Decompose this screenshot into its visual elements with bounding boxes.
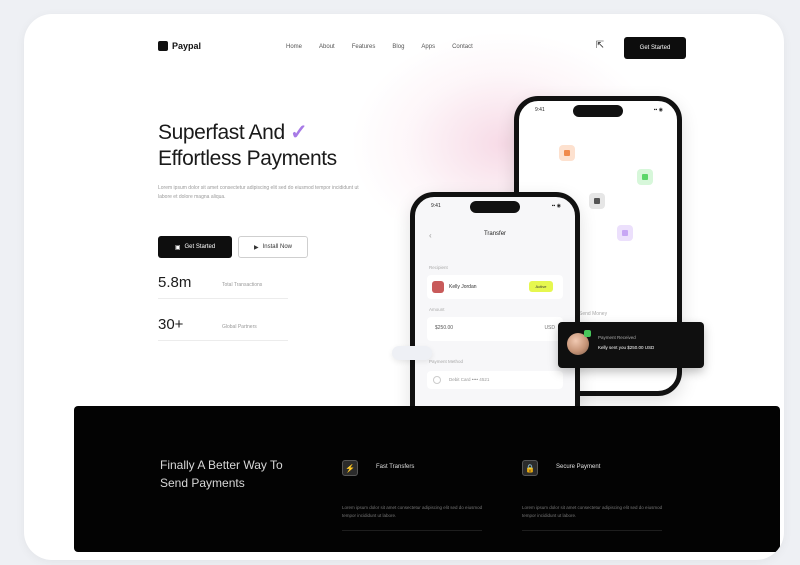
dynamic-island: [573, 105, 623, 117]
purple-app-icon: [617, 225, 633, 241]
install-button[interactable]: ▶ Install Now: [238, 236, 308, 258]
divider: [158, 340, 288, 341]
hero-title: Superfast And ✓ Effortless Payments: [158, 120, 398, 172]
nav-link-apps[interactable]: Apps: [421, 44, 435, 50]
stat-partners: 30+ Global Partners: [158, 316, 318, 341]
payment-method-text: Debit Card •••• 4521: [449, 377, 490, 382]
recipient-name: Kelly Jordan: [449, 284, 477, 290]
logo-icon: [158, 41, 168, 51]
signal-icon: ▪▪ ◉: [653, 107, 663, 113]
feature-title: Secure Payment: [556, 464, 601, 470]
payment-method-row[interactable]: Debit Card •••• 4521: [427, 371, 563, 389]
hero-title-line2: Effortless Payments: [158, 147, 337, 170]
floating-pill: [392, 346, 432, 360]
logo-text: Paypal: [172, 41, 202, 51]
back-phone-caption: Send Money: [579, 311, 608, 317]
navbar: Paypal Home About Features Blog Apps Con…: [158, 36, 688, 62]
nav-link-contact[interactable]: Contact: [452, 44, 473, 50]
online-badge-icon: [584, 330, 591, 337]
screen-title: Transfer: [483, 231, 507, 237]
dynamic-island: [470, 201, 520, 213]
currency-label: USD: [544, 325, 555, 331]
nav-link-home[interactable]: Home: [286, 44, 302, 50]
grey-app-icon: [589, 193, 605, 209]
status-badge: Active: [529, 281, 553, 292]
status-time: 9:41: [535, 107, 545, 113]
check-icon: ✓: [290, 121, 308, 144]
stat-label: Total Transactions: [222, 282, 263, 288]
stat-label: Global Partners: [222, 324, 257, 330]
nav-link-about[interactable]: About: [319, 44, 335, 50]
lock-icon: 🔒: [522, 460, 538, 476]
toast-title: Payment Received: [598, 335, 636, 340]
recipient-avatar: [432, 281, 444, 293]
phone-front-mockup: 9:41 ▪▪ ◉ ‹ Transfer Recipient Kelly Jor…: [410, 192, 580, 442]
features-heading: Finally A Better Way To Send Payments: [160, 458, 283, 490]
get-started-nav-button[interactable]: Get Started: [624, 37, 686, 59]
stat-value: 30+: [158, 316, 184, 333]
payment-method-label: Payment Method: [429, 359, 464, 364]
recipient-card[interactable]: Kelly Jordan Active: [427, 275, 563, 299]
nav-link-blog[interactable]: Blog: [392, 44, 404, 50]
green-app-icon: [637, 169, 653, 185]
get-started-label: Get Started: [184, 244, 216, 250]
download-icon: ▣: [174, 244, 181, 251]
get-started-button[interactable]: ▣ Get Started: [158, 236, 232, 258]
divider: [342, 530, 482, 531]
features-section: Finally A Better Way To Send Payments ⚡ …: [74, 406, 780, 552]
signin-icon[interactable]: ⇱: [592, 40, 608, 56]
status-time: 9:41: [431, 203, 441, 209]
radio-icon: [433, 376, 441, 384]
play-icon: ▶: [254, 244, 259, 251]
install-label: Install Now: [262, 244, 292, 250]
feature-description: Lorem ipsum dolor sit amet consectetur a…: [342, 505, 483, 518]
browser-frame: Paypal Home About Features Blog Apps Con…: [24, 14, 784, 560]
hero-title-line1: Superfast And: [158, 121, 285, 144]
stat-transactions: 5.8m Total Transactions: [158, 274, 318, 299]
feature-title: Fast Transfers: [376, 464, 415, 470]
amount-section-label: Amount: [429, 307, 445, 312]
amount-input[interactable]: $250.00 USD: [427, 317, 563, 341]
signal-icon: ▪▪ ◉: [551, 203, 561, 209]
logo[interactable]: Paypal: [158, 41, 201, 51]
divider: [522, 530, 662, 531]
toast-message: Kelly sent you $250.00 USD: [598, 345, 655, 350]
recipient-section-label: Recipient: [429, 265, 448, 270]
lightning-icon: ⚡: [342, 460, 358, 476]
nav-link-features[interactable]: Features: [352, 44, 376, 50]
orange-app-icon: [559, 145, 575, 161]
hero-description: Lorem ipsum dolor sit amet consectetur a…: [158, 185, 359, 200]
nav-links: Home About Features Blog Apps Contact: [286, 44, 473, 50]
divider: [158, 298, 288, 299]
stat-value: 5.8m: [158, 274, 192, 291]
notification-toast[interactable]: Payment Received Kelly sent you $250.00 …: [558, 322, 704, 368]
amount-value: $250.00: [435, 325, 454, 331]
feature-description: Lorem ipsum dolor sit amet consectetur a…: [522, 505, 663, 518]
